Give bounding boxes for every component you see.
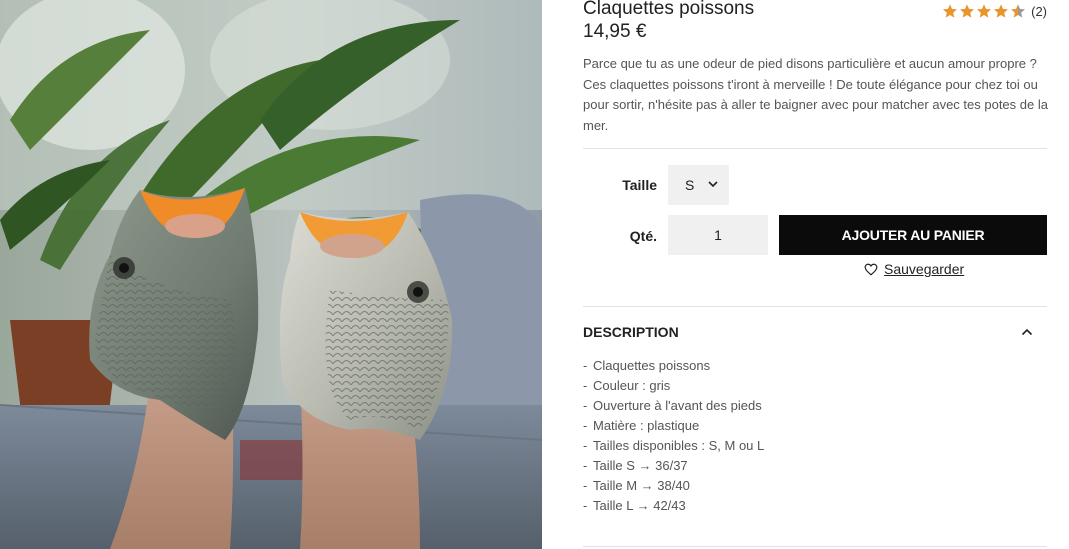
size-label: Taille	[622, 177, 657, 193]
star-icon	[994, 4, 1009, 18]
chevron-down-icon	[708, 181, 718, 188]
qty-label: Qté.	[629, 228, 657, 244]
product-info: Claquettes poissons (2) 14,95 € Parce qu…	[583, 0, 1048, 549]
list-item: - Taille M → 38/40	[583, 478, 690, 493]
list-item: - Taille S → 36/37	[583, 458, 688, 473]
list-item: - Ouverture à l'avant des pieds	[583, 398, 762, 413]
star-icon	[943, 4, 958, 18]
save-button[interactable]: Sauvegarder	[864, 261, 964, 277]
add-to-cart-button[interactable]: AJOUTER AU PANIER	[779, 215, 1047, 255]
save-label: Sauvegarder	[884, 261, 965, 277]
divider	[583, 306, 1047, 307]
product-price: 14,95 €	[583, 21, 647, 42]
rating-count[interactable]: (2)	[1031, 4, 1047, 19]
size-select[interactable]: S	[668, 165, 729, 205]
size-value: S	[685, 177, 695, 193]
product-title: Claquettes poissons	[583, 0, 755, 19]
list-item: - Matière : plastique	[583, 418, 700, 433]
divider	[583, 546, 1047, 547]
quantity-value: 1	[714, 227, 722, 243]
list-item: - Claquettes poissons	[583, 358, 711, 373]
divider	[583, 148, 1047, 149]
list-item: - Taille L → 42/43	[583, 498, 686, 513]
heart-icon	[864, 263, 878, 276]
product-description: Parce que tu as une odeur de pied disons…	[583, 56, 1048, 133]
list-item: - Tailles disponibles : S, M ou L	[583, 438, 765, 453]
list-item: - Couleur : gris	[583, 378, 671, 393]
product-rating[interactable]: (2)	[942, 3, 1047, 19]
accordion-title: DESCRIPTION	[583, 324, 679, 340]
feature-list: - Claquettes poissons - Couleur : gris - Ou…	[583, 356, 764, 516]
chevron-up-icon	[1021, 328, 1033, 336]
quantity-input[interactable]: 1	[668, 215, 768, 255]
star-half-icon	[1011, 4, 1026, 18]
star-icon	[977, 4, 992, 18]
product-image	[0, 0, 542, 549]
star-icon	[960, 4, 975, 18]
description-accordion-toggle[interactable]: DESCRIPTION	[583, 322, 1047, 342]
